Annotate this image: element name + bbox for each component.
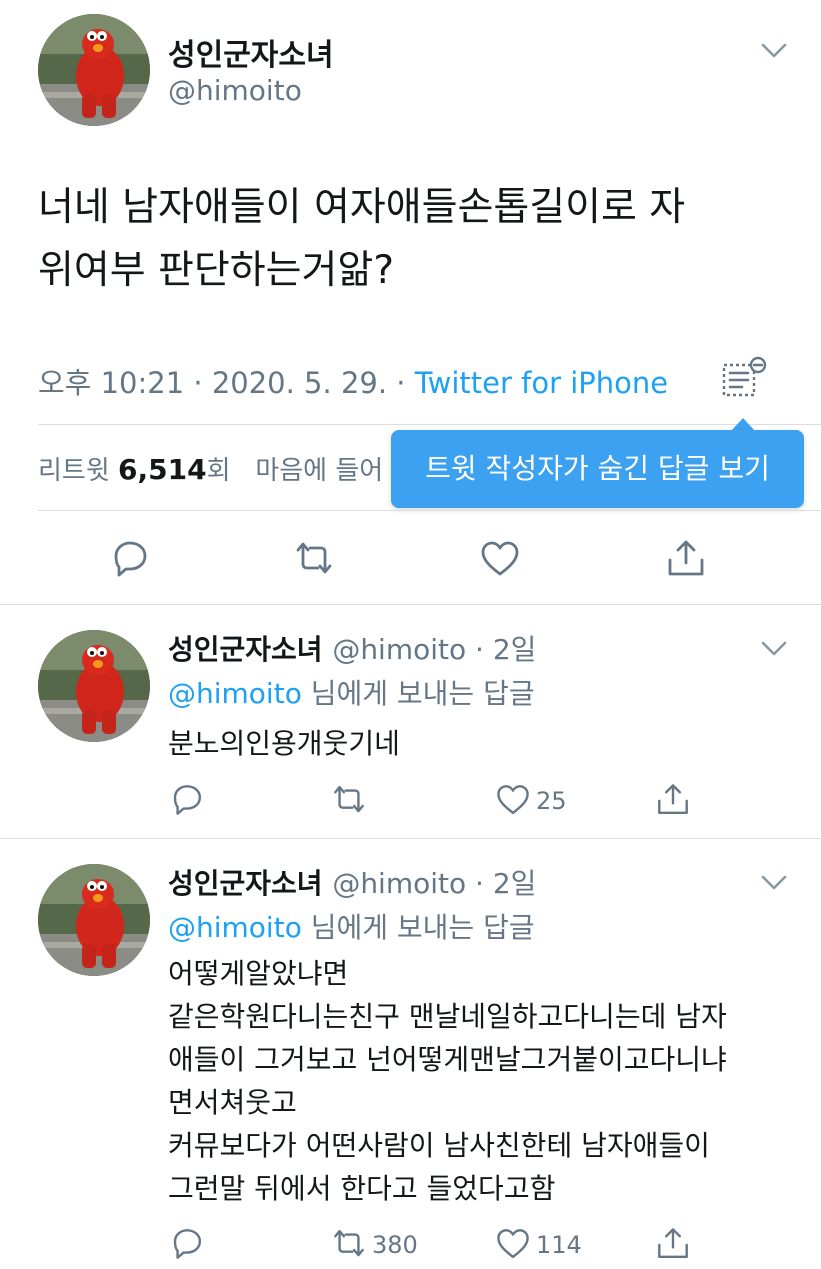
reply-time[interactable]: 2일 [493, 867, 537, 900]
divider [0, 838, 821, 839]
divider [0, 604, 821, 605]
avatar[interactable] [38, 14, 150, 126]
avatar[interactable] [38, 864, 150, 976]
reply-icon[interactable] [168, 1226, 206, 1262]
author-handle[interactable]: @himoito [168, 74, 302, 107]
author-handle[interactable]: @himoito [332, 633, 466, 666]
reply-text-line: 애들이 그거보고 넌어떻게맨날그거붙이고다니냐 [168, 1043, 727, 1076]
meta-separator: · [387, 366, 415, 400]
reply-text: 분노의인용개웃기네 [168, 722, 788, 765]
tweet-meta: 오후 10:21 · 2020. 5. 29. · Twitter for iP… [38, 360, 668, 402]
divider [38, 510, 821, 511]
like-count: 114 [536, 1231, 582, 1259]
reply-icon[interactable] [168, 782, 206, 818]
retweet-count: 380 [372, 1231, 418, 1259]
likes-stat[interactable]: 마음에 들어 [255, 456, 383, 486]
hidden-replies-tooltip[interactable]: 트윗 작성자가 숨긴 답글 보기 [391, 430, 804, 508]
chevron-down-icon[interactable] [760, 640, 788, 658]
mention-link[interactable]: @himoito [168, 911, 302, 944]
reply-text-line: 그런말 뒤에서 한다고 들었다고함 [168, 1172, 556, 1205]
retweets-unit: 회 [206, 456, 231, 486]
heart-icon[interactable] [494, 782, 532, 818]
reply-text-line: 어떻게알았냐면 [168, 957, 349, 990]
reply-time[interactable]: 2일 [493, 633, 537, 666]
like-count: 25 [536, 787, 567, 815]
tweet-text-line: 위여부 판단하는거앎? [38, 248, 395, 293]
replying-to-suffix: 님에게 보내는 답글 [301, 911, 535, 944]
tweet-time[interactable]: 오후 10:21 [38, 366, 184, 400]
reply-text-line: 분노의인용개웃기네 [168, 727, 400, 760]
author-handle[interactable]: @himoito [332, 867, 466, 900]
retweet-icon[interactable] [292, 538, 336, 580]
reply-icon[interactable] [108, 538, 152, 580]
chevron-down-icon[interactable] [760, 874, 788, 892]
mention-link[interactable]: @himoito [168, 677, 302, 710]
heart-icon[interactable] [478, 538, 522, 580]
tweet-text: 너네 남자애들이 여자애들손톱길이로 자 위여부 판단하는거앎? [38, 176, 798, 302]
replying-to: @himoito 님에게 보내는 답글 [168, 672, 535, 712]
avatar[interactable] [38, 630, 150, 742]
reply-text: 어떻게알았냐면 같은학원다니는친구 맨날네일하고다니는데 남자 애들이 그거보고… [168, 952, 788, 1210]
reply-author-line: 성인군자소녀 @himoito · 2일 [168, 862, 536, 902]
tweet-date[interactable]: 2020. 5. 29. [212, 366, 387, 400]
tweet-source[interactable]: Twitter for iPhone [415, 366, 668, 400]
author-name[interactable]: 성인군자소녀 [168, 867, 323, 900]
share-icon[interactable] [654, 1226, 692, 1262]
replying-to-suffix: 님에게 보내는 답글 [301, 677, 535, 710]
retweets-stat[interactable]: 리트윗 6,514회 [38, 453, 231, 486]
replying-to: @himoito 님에게 보내는 답글 [168, 906, 535, 946]
meta-separator: · [184, 366, 212, 400]
reply-author-line: 성인군자소녀 @himoito · 2일 [168, 628, 536, 668]
hidden-replies-icon[interactable] [720, 355, 768, 401]
tweet-text-line: 너네 남자애들이 여자애들손톱길이로 자 [38, 185, 686, 230]
heart-icon[interactable] [494, 1226, 532, 1262]
retweets-count: 6,514 [118, 453, 207, 486]
reply-text-line: 커뮤보다가 어떤사람이 남사친한테 남자애들이 [168, 1129, 710, 1162]
share-icon[interactable] [664, 538, 708, 580]
chevron-down-icon[interactable] [760, 42, 788, 60]
author-name[interactable]: 성인군자소녀 [168, 30, 334, 74]
reply-text-line: 면서쳐웃고 [168, 1086, 297, 1119]
tweet-stats: 리트윗 6,514회 마음에 들어 [38, 450, 383, 487]
retweet-icon[interactable] [330, 782, 368, 818]
retweets-label: 리트윗 [38, 456, 110, 486]
divider [38, 424, 821, 425]
reply-text-line: 같은학원다니는친구 맨날네일하고다니는데 남자 [168, 1000, 727, 1033]
time-separator: · [466, 633, 493, 666]
time-separator: · [466, 867, 493, 900]
main-tweet: 성인군자소녀 @himoito 너네 남자애들이 여자애들손톱길이로 자 위여부… [0, 0, 821, 604]
share-icon[interactable] [654, 782, 692, 818]
retweet-icon[interactable] [330, 1226, 368, 1262]
author-name[interactable]: 성인군자소녀 [168, 633, 323, 666]
